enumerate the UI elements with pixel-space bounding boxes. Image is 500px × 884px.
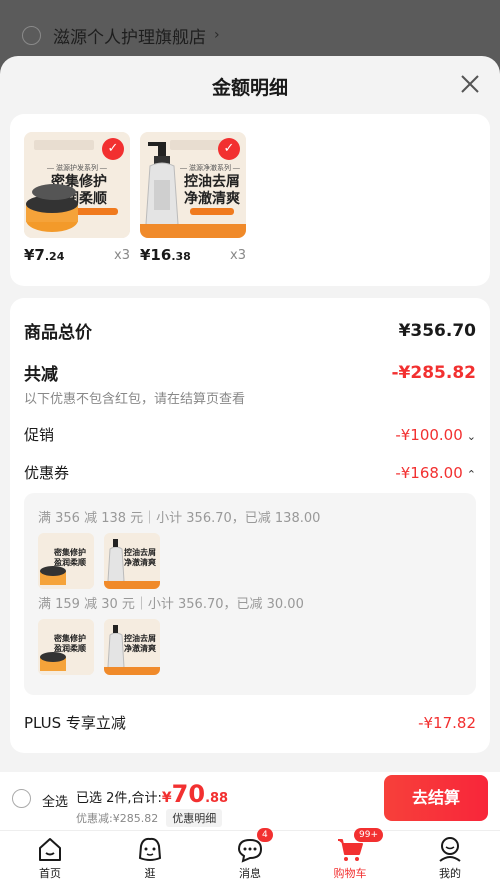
product-item[interactable]: — 滋源净澈系列 — 控油去屑 净澈清爽 ✓ ¥16.38 x3 xyxy=(140,132,246,264)
product-qty: x3 xyxy=(114,248,130,263)
svg-text:净澈清爽: 净澈清爽 xyxy=(184,190,240,207)
svg-text:控油去屑: 控油去屑 xyxy=(124,547,156,557)
product-qty: x3 xyxy=(230,248,246,263)
product-thumbnail: 密集修护 盈润柔顺 xyxy=(38,533,94,589)
product-image[interactable]: — 滋源护发系列 — 密集修护 盈润柔顺 ✓ xyxy=(24,132,130,238)
tab-label: 逛 xyxy=(144,867,156,880)
sheet-title: 金额明细 xyxy=(211,77,288,99)
promo-value: -¥100.00 xyxy=(395,426,463,444)
discount-text: 优惠减:¥285.82 xyxy=(76,812,159,825)
coupon-rule-line: 满 159 减 30 元｜小计 356.70，已减 30.00 xyxy=(38,597,304,612)
coupon-products: 密集修护 盈润柔顺 控油去屑 净澈清爽 xyxy=(38,619,160,675)
tab-label: 我的 xyxy=(439,867,461,880)
tab-messages[interactable]: 4 消息 xyxy=(200,828,300,884)
tab-profile[interactable]: 我的 xyxy=(400,831,500,884)
tab-browse[interactable]: 逛 xyxy=(100,831,200,884)
coupon-rule-line: 满 356 减 138 元｜小计 356.70，已减 138.00 xyxy=(38,511,321,526)
browse-face-icon xyxy=(138,837,162,861)
checkout-bar: 全选 已选 2件,合计:¥70.88 优惠减:¥285.82 优惠明细 去结算 xyxy=(0,772,500,830)
cart-badge: 99+ xyxy=(354,828,383,842)
tab-label: 消息 xyxy=(239,867,261,880)
goods-total-label: 商品总价 xyxy=(24,323,92,343)
svg-text:密集修护: 密集修护 xyxy=(53,633,86,643)
coupon-row[interactable]: 优惠券 -¥168.00 ⌃ xyxy=(24,462,476,483)
selected-check-icon: ✓ xyxy=(102,138,124,160)
product-thumbnail: 控油去屑 净澈清爽 xyxy=(104,533,160,589)
product-thumbnail: 密集修护 盈润柔顺 xyxy=(38,619,94,675)
order-total: ¥70.88 xyxy=(161,780,229,808)
store-name[interactable]: 滋源个人护理旗舰店 xyxy=(53,23,206,48)
chevron-up-icon: ⌃ xyxy=(466,468,476,481)
profile-icon xyxy=(439,837,461,862)
discount-note: 以下优惠不包含红包，请在结算页查看 xyxy=(24,392,246,407)
tab-home[interactable]: 首页 xyxy=(0,831,100,884)
bottom-tab-bar: 首页 逛 4 消息 99+ 购物车 我的 xyxy=(0,828,500,884)
svg-text:净澈清爽: 净澈清爽 xyxy=(124,643,156,653)
goods-total-row: 商品总价 ¥356.70 xyxy=(24,318,476,344)
tab-label: 首页 xyxy=(39,867,61,880)
product-price: ¥7.24 xyxy=(24,246,65,264)
discount-summary: 优惠减:¥285.82 优惠明细 xyxy=(76,809,223,827)
select-all-radio[interactable] xyxy=(12,789,31,808)
total-reduce-value: -¥285.82 xyxy=(391,362,477,383)
message-badge: 4 xyxy=(257,828,273,842)
svg-text:控油去屑: 控油去屑 xyxy=(184,173,240,190)
svg-text:净澈清爽: 净澈清爽 xyxy=(124,557,156,567)
amount-detail-sheet: 金额明细 — 滋源护发系列 — 密集修护 盈润柔顺 ✓ ¥7.24 x3 — 滋… xyxy=(0,56,500,772)
home-icon xyxy=(39,838,61,861)
selected-count-text: 已选 2件,合计: xyxy=(76,791,162,806)
products-card: — 滋源护发系列 — 密集修护 盈润柔顺 ✓ ¥7.24 x3 — 滋源净澈系列… xyxy=(10,114,490,286)
close-button[interactable] xyxy=(456,70,484,98)
promo-label: 促销 xyxy=(24,426,55,444)
tab-cart[interactable]: 99+ 购物车 xyxy=(300,828,400,884)
svg-text:— 滋源护发系列 —: — 滋源护发系列 — xyxy=(47,163,107,172)
svg-text:密集修护: 密集修护 xyxy=(53,547,86,557)
product-thumbnail: 控油去屑 净澈清爽 xyxy=(104,619,160,675)
store-select-radio[interactable] xyxy=(22,25,41,45)
coupon-value: -¥168.00 xyxy=(395,464,463,482)
close-icon xyxy=(461,75,479,93)
svg-text:控油去屑: 控油去屑 xyxy=(124,633,156,643)
goods-total-value: ¥356.70 xyxy=(398,320,476,341)
product-image[interactable]: — 滋源净澈系列 — 控油去屑 净澈清爽 ✓ xyxy=(140,132,246,238)
plus-discount-value: -¥17.82 xyxy=(418,713,476,732)
svg-text:盈润柔顺: 盈润柔顺 xyxy=(53,557,86,567)
select-all-label[interactable]: 全选 xyxy=(42,791,68,810)
coupon-label: 优惠券 xyxy=(24,464,70,482)
selected-check-icon: ✓ xyxy=(218,138,240,160)
order-summary: 已选 2件,合计:¥70.88 xyxy=(76,780,228,808)
chevron-down-icon: ⌄ xyxy=(466,430,476,443)
checkout-button[interactable]: 去结算 xyxy=(384,775,488,821)
promo-row[interactable]: 促销 -¥100.00 ⌄ xyxy=(24,424,476,445)
tab-label: 购物车 xyxy=(333,867,367,880)
discount-detail-link[interactable]: 优惠明细 xyxy=(166,809,223,827)
coupon-products: 密集修护 盈润柔顺 控油去屑 净澈清爽 xyxy=(38,533,160,589)
coupon-detail-box: 满 356 减 138 元｜小计 356.70，已减 138.00 密集修护 盈… xyxy=(24,493,476,695)
product-price: ¥16.38 xyxy=(140,246,191,264)
chevron-right-icon: › xyxy=(214,27,220,43)
svg-text:盈润柔顺: 盈润柔顺 xyxy=(53,643,86,653)
svg-text:— 滋源净澈系列 —: — 滋源净澈系列 — xyxy=(180,163,240,172)
total-reduce-row: 共减 -¥285.82 xyxy=(24,360,477,386)
plus-discount-label: PLUS 专享立减 xyxy=(24,714,126,732)
product-item[interactable]: — 滋源护发系列 — 密集修护 盈润柔顺 ✓ ¥7.24 x3 xyxy=(24,132,130,264)
plus-discount-row: PLUS 专享立减 -¥17.82 xyxy=(24,712,476,733)
details-card: 商品总价 ¥356.70 共减 -¥285.82 以下优惠不包含红包，请在结算页… xyxy=(10,298,490,753)
total-reduce-label: 共减 xyxy=(24,365,58,385)
